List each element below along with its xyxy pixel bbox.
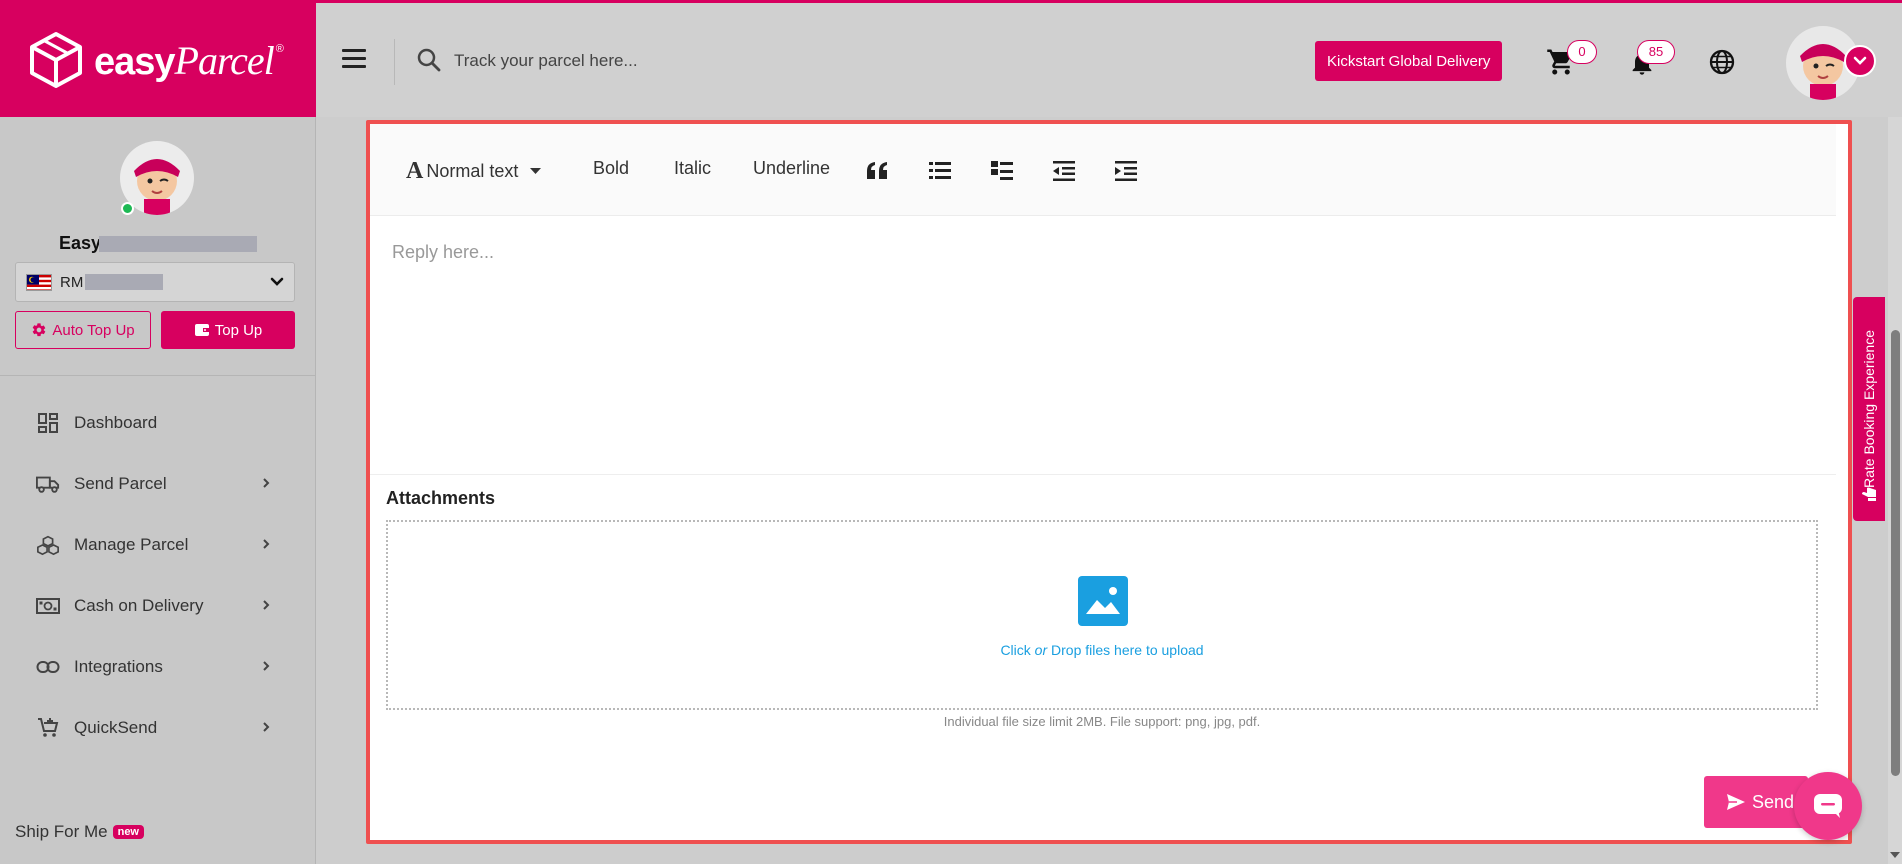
- redacted-balance: [85, 274, 164, 290]
- sidebar-item-ship-for-me[interactable]: Ship For Me new: [15, 822, 144, 842]
- italic-button[interactable]: Italic: [674, 158, 711, 179]
- redacted-name: [99, 236, 258, 253]
- content-gutter: [317, 117, 345, 864]
- sidebar-item-integrations[interactable]: Integrations: [0, 642, 316, 692]
- reply-editor-panel: A Normal text Bold Italic Underline Repl…: [366, 120, 1852, 844]
- text-style-dropdown[interactable]: A Normal text: [406, 158, 542, 185]
- search-icon: [417, 48, 441, 72]
- bulleted-list-icon[interactable]: [928, 160, 952, 182]
- chat-bubble-icon: [1814, 794, 1842, 818]
- notification-count-badge: 85: [1637, 40, 1675, 64]
- send-button[interactable]: Send: [1704, 776, 1808, 828]
- bold-button[interactable]: Bold: [593, 158, 629, 179]
- page-scrollbar-thumb[interactable]: [1891, 330, 1900, 776]
- chat-widget-button[interactable]: [1794, 772, 1862, 840]
- sidebar-item-manage-parcel[interactable]: Manage Parcel: [0, 520, 316, 570]
- online-status-dot: [121, 202, 134, 215]
- malaysia-flag-icon: [26, 273, 52, 291]
- link-icon: [36, 655, 60, 679]
- wallet-icon: [194, 324, 209, 336]
- cube-logo-icon: [30, 32, 82, 88]
- boxes-icon: [36, 533, 60, 557]
- wallet-currency: RM: [60, 273, 84, 291]
- cart-count-badge: 0: [1567, 40, 1597, 64]
- thumbs-up-icon: [1862, 487, 1876, 501]
- file-dropzone[interactable]: Click or Drop files here to upload: [386, 520, 1818, 710]
- top-header: Kickstart Global Delivery 0 85: [316, 3, 1902, 117]
- globe-language-icon[interactable]: [1708, 48, 1736, 76]
- outdent-icon[interactable]: [1052, 160, 1076, 182]
- kickstart-global-delivery-button[interactable]: Kickstart Global Delivery: [1315, 41, 1503, 81]
- registered-mark: ®: [275, 43, 284, 55]
- dashboard-icon: [36, 411, 60, 435]
- brand-logo[interactable]: easyParcel ®: [0, 3, 316, 117]
- paper-plane-icon: [1727, 794, 1745, 810]
- track-parcel-input[interactable]: [452, 43, 972, 79]
- wallet-balance-select[interactable]: RM: [15, 262, 295, 302]
- rate-booking-experience-tab[interactable]: Rate Booking Experience: [1853, 297, 1885, 521]
- numbered-list-icon[interactable]: [990, 160, 1014, 182]
- cash-icon: [36, 594, 60, 618]
- chevron-right-icon: [263, 539, 270, 549]
- dropzone-text: Click or Drop files here to upload: [1000, 642, 1204, 658]
- brand-name: easyParcel: [94, 37, 275, 83]
- user-name: Easy: [0, 233, 316, 254]
- editor-divider: [370, 474, 1836, 475]
- user-menu-chevron-icon[interactable]: [1844, 45, 1876, 77]
- rate-booking-label: Rate Booking Experience: [1861, 330, 1877, 488]
- sidebar: Easy RM Auto Top Up Top Up Dashboard Sen…: [0, 117, 316, 864]
- auto-top-up-label: Auto Top Up: [52, 321, 135, 339]
- file-size-hint: Individual file size limit 2MB. File sup…: [943, 714, 1261, 729]
- cart-plus-icon: [36, 716, 60, 740]
- sidebar-item-label: Send Parcel: [74, 474, 167, 493]
- chevron-right-icon: [263, 600, 270, 610]
- sidebar-item-send-parcel[interactable]: Send Parcel: [0, 459, 316, 509]
- chevron-right-icon: [263, 478, 270, 488]
- editor-toolbar: A Normal text Bold Italic Underline: [370, 124, 1836, 216]
- new-badge: new: [112, 825, 144, 839]
- caret-down-icon: [530, 168, 542, 174]
- blockquote-icon[interactable]: [866, 160, 890, 182]
- sidebar-item-label: Dashboard: [74, 413, 158, 432]
- auto-top-up-button[interactable]: Auto Top Up: [15, 311, 151, 349]
- indent-icon[interactable]: [1114, 160, 1138, 182]
- menu-toggle-icon[interactable]: [342, 49, 366, 69]
- font-icon: A: [406, 158, 424, 184]
- sidebar-divider: [0, 375, 316, 376]
- top-up-button[interactable]: Top Up: [161, 311, 295, 349]
- sidebar-item-label: Cash on Delivery: [74, 596, 204, 615]
- top-up-label: Top Up: [214, 321, 263, 339]
- sidebar-item-cash-on-delivery[interactable]: Cash on Delivery: [0, 581, 316, 631]
- gear-icon: [33, 323, 46, 337]
- scroll-down-arrow-icon[interactable]: [1889, 850, 1901, 860]
- reply-textarea[interactable]: [390, 240, 1830, 460]
- sidebar-item-label: QuickSend: [74, 718, 158, 737]
- sidebar-item-label: Integrations: [74, 657, 163, 676]
- sidebar-item-dashboard[interactable]: Dashboard: [0, 398, 316, 448]
- truck-icon: [36, 472, 60, 496]
- send-label: Send: [1752, 791, 1795, 812]
- sidebar-item-quicksend[interactable]: QuickSend: [0, 703, 316, 753]
- chevron-right-icon: [263, 661, 270, 671]
- image-upload-icon: [1078, 576, 1128, 626]
- attachments-heading: Attachments: [386, 488, 496, 508]
- chevron-right-icon: [263, 722, 270, 732]
- header-divider: [394, 39, 395, 85]
- chevron-down-icon: [270, 277, 284, 286]
- sidebar-item-label: Manage Parcel: [74, 535, 189, 554]
- underline-button[interactable]: Underline: [753, 158, 830, 179]
- ship-for-me-label: Ship For Me: [15, 822, 108, 841]
- text-style-label: Normal text: [426, 161, 519, 181]
